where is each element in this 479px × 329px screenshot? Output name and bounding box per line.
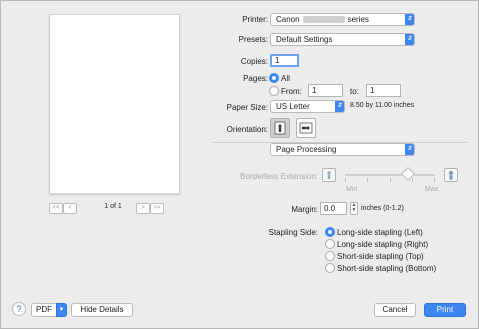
stapling-long-right-label: Long-side stapling (Right) (337, 240, 429, 249)
slider-tick (434, 178, 435, 182)
landscape-button[interactable] (296, 118, 316, 138)
last-page-button[interactable]: >> (150, 203, 164, 214)
slider-tick (345, 178, 346, 182)
section-value: Page Processing (276, 145, 337, 154)
section-select[interactable]: Page Processing ⇵ (270, 143, 415, 156)
copies-field[interactable]: 1 (270, 54, 299, 67)
slider-tick (390, 178, 391, 182)
printer-select[interactable]: Canon series ⇵ (270, 13, 415, 26)
stapling-short-bottom-radio[interactable] (325, 263, 335, 273)
orientation-label: Orientation: (226, 125, 268, 134)
paper-size-select[interactable]: US Letter ⇵ (270, 100, 345, 113)
pages-to-label: to: (350, 87, 359, 96)
margin-field[interactable]: 0.0 (320, 202, 347, 215)
portrait-icon (274, 121, 286, 135)
borderless-slider[interactable] (345, 174, 435, 176)
paper-size-label: Paper Size: (226, 103, 268, 112)
margin-unit: inches (0-1.2) (361, 205, 404, 212)
chevron-updown-icon: ⇵ (405, 34, 414, 45)
redacted-model (302, 16, 345, 24)
pages-range-radio[interactable] (269, 86, 279, 96)
pages-all-label: All (281, 74, 290, 83)
margin-label: Margin: (291, 205, 318, 214)
stapling-long-left-label: Long-side stapling (Left) (337, 228, 423, 237)
slider-tick (367, 178, 368, 182)
printer-label: Printer: (242, 15, 268, 24)
slider-min-label: Min (346, 186, 358, 193)
pages-label: Pages: (243, 74, 268, 83)
hide-details-button[interactable]: Hide Details (71, 303, 133, 317)
printer-name-prefix: Canon (276, 15, 300, 24)
page-count: 1 of 1 (104, 203, 122, 210)
slider-max-label: Max (425, 186, 439, 193)
pages-from-label: From: (281, 87, 302, 96)
first-page-button[interactable]: << (49, 203, 63, 214)
stapling-side-label: Stapling Side: (268, 228, 318, 237)
previous-page-button[interactable]: < (63, 203, 77, 214)
stapling-short-top-radio[interactable] (325, 251, 335, 261)
borderless-label: Borderless Extension: (240, 172, 318, 181)
copies-label: Copies: (240, 57, 268, 66)
chevron-updown-icon: ⇵ (405, 14, 414, 25)
portrait-button[interactable] (270, 118, 290, 138)
stapling-long-left-radio[interactable] (325, 227, 335, 237)
pdf-menu-chevron-icon[interactable]: ▼ (56, 303, 67, 317)
pages-from-field[interactable]: 1 (308, 84, 343, 97)
presets-value: Default Settings (276, 35, 333, 44)
stapling-short-bottom-label: Short-side stapling (Bottom) (337, 264, 437, 273)
printer-name-suffix: series (347, 15, 369, 24)
presets-select[interactable]: Default Settings ⇵ (270, 33, 415, 46)
cancel-button[interactable]: Cancel (374, 303, 416, 317)
stapling-short-top-label: Short-side stapling (Top) (337, 252, 424, 261)
chevron-updown-icon: ⇵ (335, 101, 344, 112)
borderless-max-icon (444, 168, 458, 182)
chevron-updown-icon: ⇵ (405, 144, 414, 155)
presets-label: Presets: (238, 35, 268, 44)
stapling-long-right-radio[interactable] (325, 239, 335, 249)
landscape-icon (299, 122, 313, 134)
pages-to-field[interactable]: 1 (366, 84, 401, 97)
print-button[interactable]: Print (424, 303, 466, 317)
next-page-button[interactable]: > (136, 203, 150, 214)
pdf-button[interactable]: PDF (31, 303, 57, 317)
margin-stepper[interactable]: ▲ ▼ (350, 202, 358, 215)
paper-dimensions: 8.50 by 11.00 inches (350, 102, 415, 109)
slider-tick (412, 178, 413, 182)
help-button[interactable]: ? (12, 302, 26, 316)
page-preview (49, 14, 180, 194)
paper-size-value: US Letter (276, 102, 310, 111)
borderless-min-icon (322, 168, 336, 182)
pages-all-radio[interactable] (269, 73, 279, 83)
